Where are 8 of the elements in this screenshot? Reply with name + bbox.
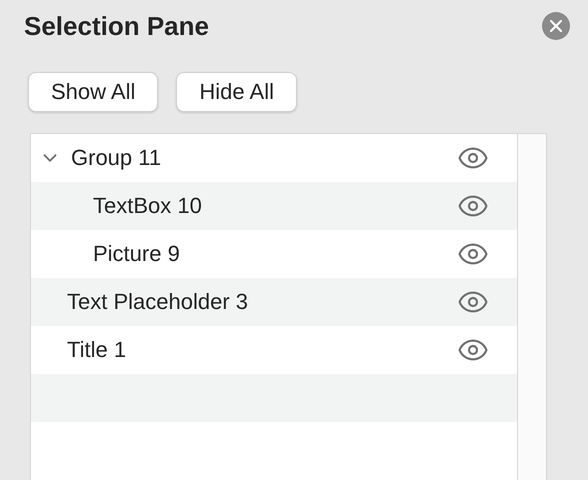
hide-all-button[interactable]: Hide All xyxy=(176,72,297,112)
layer-name[interactable]: Picture 9 xyxy=(93,241,457,267)
layer-name[interactable]: Group 11 xyxy=(71,145,457,171)
pane-title: Selection Pane xyxy=(24,10,209,42)
close-button[interactable] xyxy=(542,12,570,40)
close-icon xyxy=(550,20,562,32)
layer-name[interactable]: Title 1 xyxy=(67,337,457,363)
show-all-button[interactable]: Show All xyxy=(28,72,158,112)
